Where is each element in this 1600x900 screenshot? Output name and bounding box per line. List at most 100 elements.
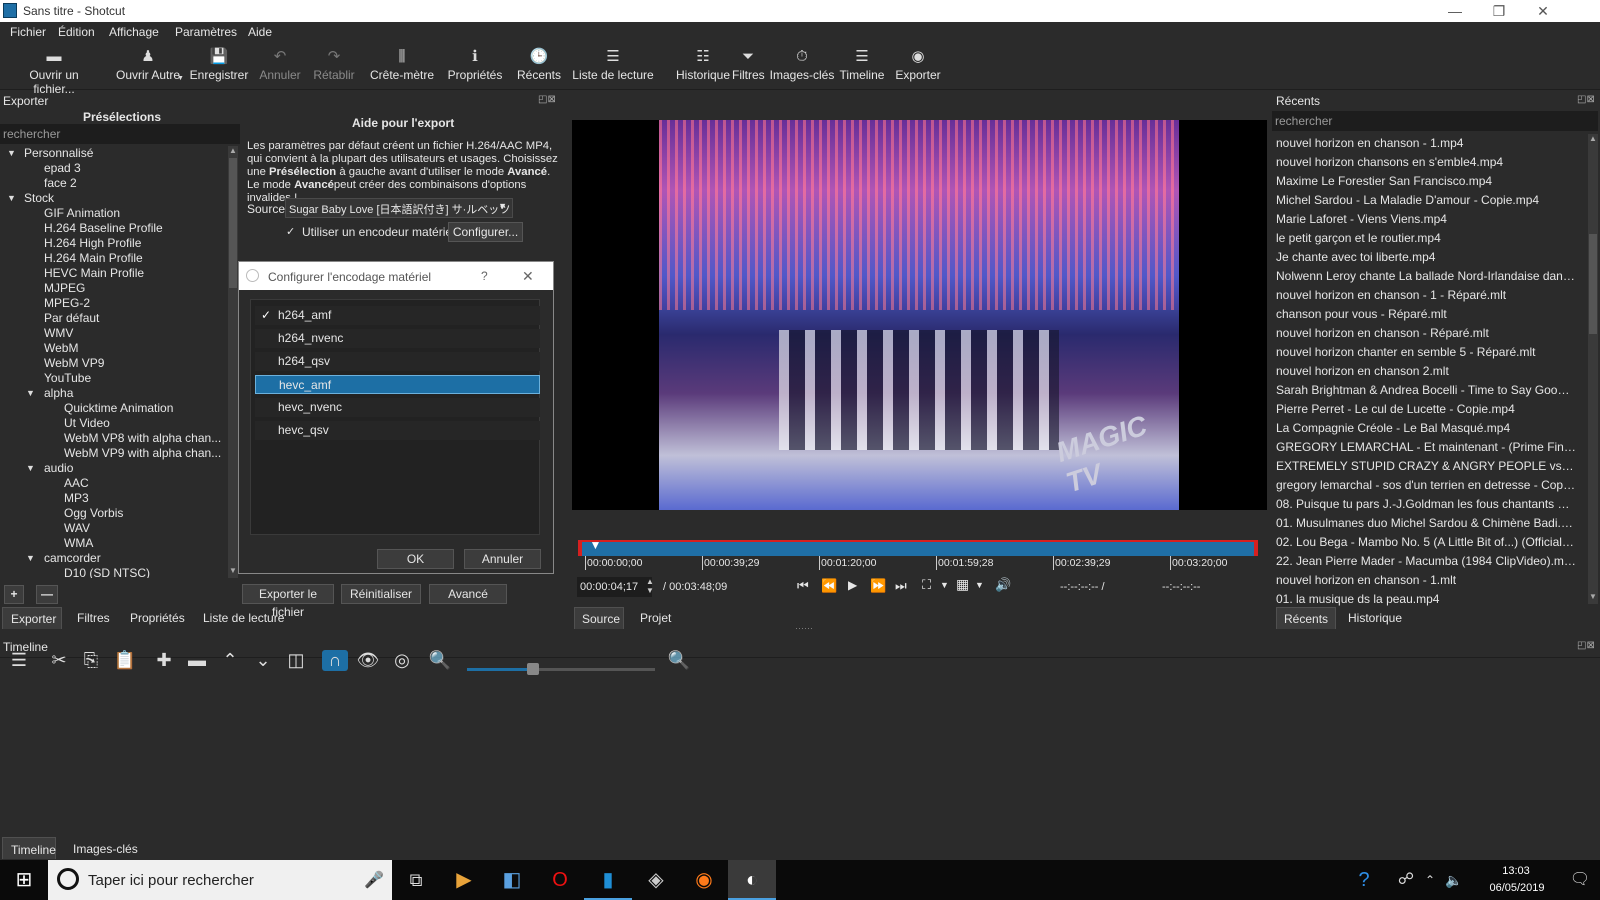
shotcut-taskbar-icon[interactable]: ▮ [584,860,632,900]
encoder-item[interactable]: hevc_qsv [255,421,540,440]
task-view-icon[interactable]: ⧉ [392,860,440,900]
recent-item[interactable]: le petit garçon et le routier.mp4 [1276,229,1576,248]
out-point-marker[interactable] [1254,540,1258,556]
configure-button[interactable]: Configurer... [448,222,523,242]
dialog-close-icon[interactable]: ✕ [522,268,534,285]
toolbar-open-file-button[interactable]: ▬ Ouvrir un fichier... [8,46,100,96]
encoder-item[interactable]: h264_nvenc [255,329,540,348]
preset-item[interactable]: H.264 High Profile [44,236,141,251]
tab-export[interactable]: Exporter [11,612,56,626]
toolbar-playlist-button[interactable]: ☰ Liste de lecture [566,46,660,86]
preset-item[interactable]: face 2 [44,176,77,191]
encoder-item[interactable]: hevc_nvenc [255,398,540,417]
preset-item[interactable]: WebM [44,341,78,356]
preset-item[interactable]: Personnalisé [24,146,93,161]
toolbar-redo-button[interactable]: ↷ Rétablir [310,46,358,86]
preset-item[interactable]: GIF Animation [44,206,120,221]
clock-date[interactable]: 06/05/2019 [1484,882,1550,894]
recent-item[interactable]: Marie Laforet - Viens Viens.mp4 [1276,210,1576,229]
menu-affichage[interactable]: Affichage [109,25,159,39]
taskbar-search-box[interactable]: Taper ici pour rechercher 🎤 [48,860,392,900]
preset-item[interactable]: audio [44,461,73,476]
preset-item[interactable]: MP3 [64,491,89,506]
tab-filters[interactable]: Filtres [77,611,110,625]
zoom-dropdown-icon[interactable]: ▼ [940,580,949,590]
help-icon[interactable]: ? [481,269,488,283]
minimize-button[interactable]: — [1432,0,1478,22]
rewind-icon[interactable]: ⏪ [821,578,837,594]
preset-item[interactable]: WebM VP8 with alpha chan... [64,431,221,446]
overwrite-icon[interactable]: ⌄ [250,650,276,671]
volume-icon[interactable]: 🔊 [995,577,1011,593]
recent-item[interactable]: Michel Sardou - La Maladie D'amour - Cop… [1276,191,1576,210]
copy-icon[interactable]: ⎘ [78,650,104,671]
recent-item[interactable]: 22. Jean Pierre Mader - Macumba (1984 Cl… [1276,552,1576,571]
preset-item[interactable]: AAC [64,476,89,491]
toolbar-open-other-button[interactable]: ♟ Ouvrir Autre [108,46,188,86]
tab-recents[interactable]: Récents [1284,612,1328,626]
remove-preset-button[interactable]: — [36,585,58,604]
maximize-button[interactable]: ❐ [1476,0,1522,22]
preset-item[interactable]: MJPEG [44,281,85,296]
tab-keyframes[interactable]: Images-clés [73,842,138,856]
preset-item[interactable]: H.264 Main Profile [44,251,143,266]
zoom-slider-handle[interactable] [526,663,539,675]
video-player[interactable]: MAGIC TV [572,120,1267,510]
cut-icon[interactable]: ✂ [46,650,72,671]
dock-float-close-icon[interactable]: ◰⊠ [538,94,556,105]
recents-search-input[interactable]: rechercher [1272,111,1598,131]
preset-item[interactable]: alpha [44,386,73,401]
recent-item[interactable]: Je chante avec toi liberte.mp4 [1276,248,1576,267]
toolbar-export-button[interactable]: ◉ Exporter [892,46,944,86]
snap-magnet-icon[interactable]: ∩ [322,650,348,671]
remove-icon[interactable]: ▬ [184,650,210,671]
encoder-item[interactable]: ✓ h264_amf [255,306,540,325]
menu-parametres[interactable]: Paramètres [175,25,237,39]
menu-edition[interactable]: Édition [58,25,95,39]
recent-item[interactable]: La Compagnie Créole - Le Bal Masqué.mp4 [1276,419,1576,438]
recent-item[interactable]: Nolwenn Leroy chante La ballade Nord-Irl… [1276,267,1576,286]
recent-item[interactable]: nouvel horizon chansons en s'emble4.mp4 [1276,153,1576,172]
media-player-icon[interactable]: ▶ [440,860,488,900]
recent-item[interactable]: nouvel horizon chanter en semble 5 - Rép… [1276,343,1576,362]
toolbar-timeline-button[interactable]: ☰ Timeline [838,46,886,86]
current-time-field[interactable]: 00:00:04;17 [577,577,652,597]
app-icon-gray[interactable]: ◈ [632,860,680,900]
play-icon[interactable]: ▶ [848,578,857,592]
split-icon[interactable]: ◫ [283,650,309,671]
opera-icon[interactable]: O [536,860,584,900]
close-button[interactable]: ✕ [1520,0,1566,22]
export-file-button[interactable]: Exporter le fichier [242,584,334,619]
recent-item[interactable]: gregory lemarchal - sos d'un terrien en … [1276,476,1576,495]
toolbar-history-button[interactable]: ☷ Historique [667,46,739,86]
firefox-icon[interactable]: ◉ [680,860,728,900]
preset-item[interactable]: YouTube [44,371,91,386]
add-preset-button[interactable]: + [4,585,24,604]
volume-tray-icon[interactable]: 🔈 [1442,860,1466,900]
clock-time[interactable]: 13:03 [1486,865,1546,877]
skip-end-icon[interactable]: ⏭ [895,578,907,594]
preset-item[interactable]: Ogg Vorbis [64,506,123,521]
preset-item[interactable]: D10 (SD NTSC) [64,566,150,578]
dialog-ok-button[interactable]: OK [377,549,454,569]
microphone-icon[interactable]: 🎤 [364,870,384,890]
preset-item[interactable]: WMA [64,536,93,551]
scrubber-bar[interactable] [580,540,1257,556]
menu-fichier[interactable]: Fichier [10,25,46,39]
expand-arrow-icon[interactable]: ▼ [7,146,16,161]
help-circle-icon[interactable]: ? [1340,860,1388,900]
recent-item[interactable]: chanson pour vous - Réparé.mlt [1276,305,1576,324]
preset-item[interactable]: camcorder [44,551,101,566]
ripple-icon[interactable]: ◎ [389,650,415,671]
preset-item[interactable]: WebM VP9 [44,356,104,371]
recents-scrollbar[interactable]: ▲ ▼ [1588,134,1598,604]
time-spinner-icon[interactable]: ▲ ▼ [646,577,654,595]
hw-encoder-checkbox[interactable]: ✓ [286,225,295,238]
encoder-item[interactable]: h264_qsv [255,352,540,371]
photo-app-icon[interactable]: ◐ [728,860,776,900]
toolbar-properties-button[interactable]: ℹ Propriétés [442,46,508,86]
expand-arrow-icon[interactable]: ▼ [26,551,35,566]
toolbar-undo-button[interactable]: ↶ Annuler [256,46,304,86]
preset-item[interactable]: HEVC Main Profile [44,266,144,281]
recent-item[interactable]: Maxime Le Forestier San Francisco.mp4 [1276,172,1576,191]
